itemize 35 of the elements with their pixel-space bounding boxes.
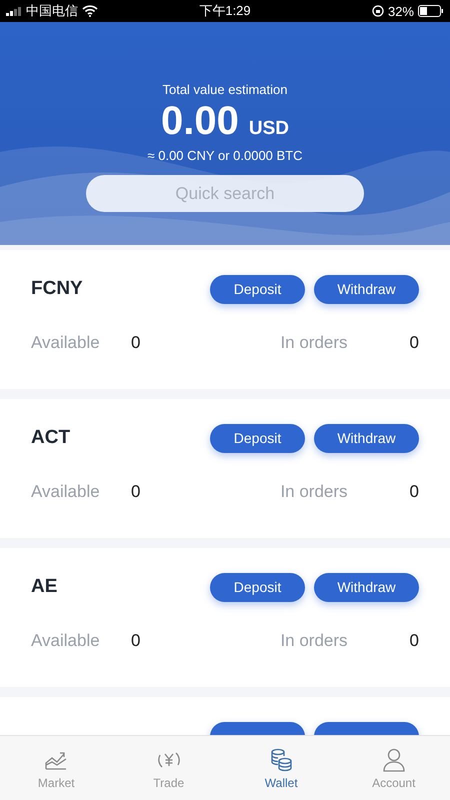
withdraw-button[interactable]: Withdraw bbox=[314, 424, 419, 452]
asset-name: FCNY bbox=[31, 278, 84, 300]
deposit-button[interactable]: Deposit bbox=[210, 572, 305, 602]
search-field[interactable]: Quick search bbox=[86, 175, 364, 212]
available-label: Available bbox=[31, 333, 101, 353]
signal-icon bbox=[6, 6, 22, 16]
in-orders-value: 0 bbox=[410, 333, 419, 353]
total-amount: 0.00 bbox=[161, 99, 239, 144]
in-orders-label: In orders bbox=[280, 631, 348, 651]
total-value-label: Total value estimation bbox=[162, 82, 288, 97]
in-orders-label: In orders bbox=[280, 333, 348, 353]
tab-item[interactable]: Wallet bbox=[225, 736, 338, 800]
user-icon bbox=[380, 746, 407, 772]
deposit-button[interactable]: Deposit bbox=[210, 274, 305, 304]
available-label: Available bbox=[31, 482, 101, 502]
deposit-button[interactable]: Deposit bbox=[210, 424, 305, 452]
withdraw-button[interactable]: Withdraw bbox=[314, 274, 419, 304]
available-value: 0 bbox=[131, 482, 142, 502]
currency-label: USD bbox=[248, 118, 289, 140]
withdraw-button[interactable]: Withdraw bbox=[314, 572, 419, 602]
wifi-icon bbox=[82, 5, 98, 17]
in-orders-value: 0 bbox=[410, 482, 419, 502]
asset-name: AE bbox=[31, 576, 58, 598]
equivalent-value: ≈ 0.00 CNY or 0.0000 BTC bbox=[147, 148, 303, 163]
rotation-lock-icon bbox=[372, 5, 384, 17]
carrier-name: 中国电信 bbox=[26, 2, 78, 20]
asset-name: ACT bbox=[31, 427, 72, 449]
available-label: Available bbox=[31, 631, 101, 651]
available-value: 0 bbox=[131, 333, 142, 353]
status-time: 下午1:29 bbox=[199, 2, 251, 20]
in-orders-value: 0 bbox=[410, 631, 419, 651]
battery-percent: 32% bbox=[388, 4, 414, 18]
in-orders-label: In orders bbox=[280, 482, 348, 502]
battery-icon bbox=[418, 5, 444, 17]
available-value: 0 bbox=[131, 631, 142, 651]
